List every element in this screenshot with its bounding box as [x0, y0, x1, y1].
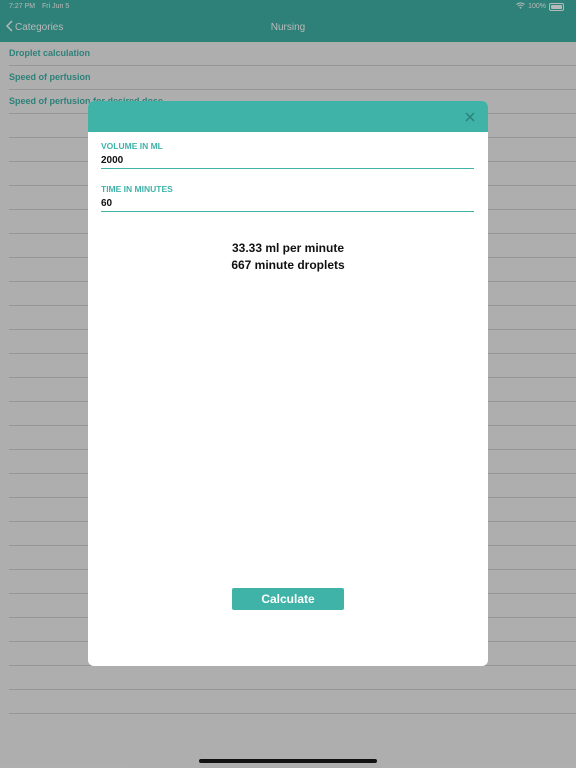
result-droplets: 667 minute droplets — [231, 258, 345, 272]
time-input[interactable] — [101, 196, 474, 212]
time-field: TIME IN MINUTES — [101, 184, 474, 212]
close-icon[interactable] — [464, 110, 476, 122]
volume-label: VOLUME IN ML — [101, 141, 163, 151]
home-indicator — [199, 759, 377, 763]
volume-input[interactable] — [101, 153, 474, 169]
time-label: TIME IN MINUTES — [101, 184, 173, 194]
result-ml-per-minute: 33.33 ml per minute — [231, 241, 345, 255]
volume-field: VOLUME IN ML — [101, 141, 474, 169]
calculate-button[interactable]: Calculate — [232, 588, 344, 610]
calculator-modal: VOLUME IN ML TIME IN MINUTES 33.33 ml pe… — [88, 101, 488, 666]
modal-header — [88, 101, 488, 132]
